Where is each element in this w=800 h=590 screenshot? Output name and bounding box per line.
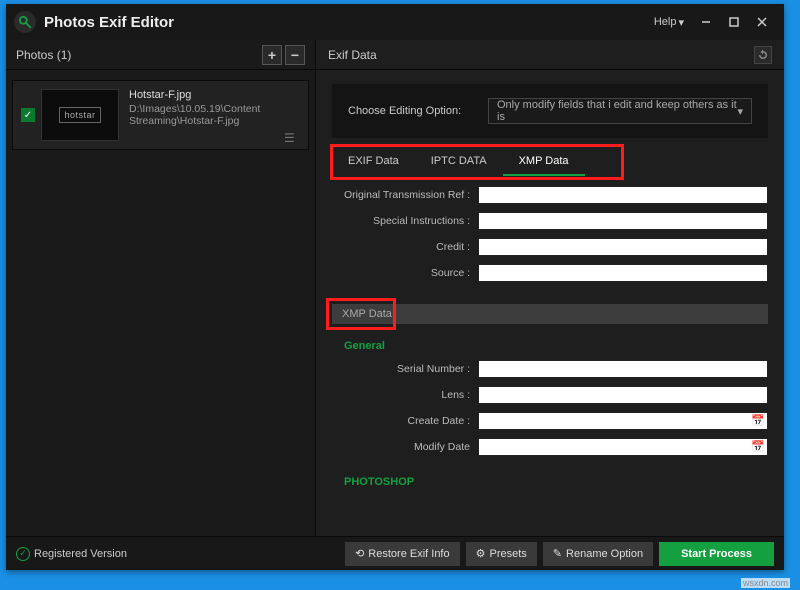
footer: ✓ Registered Version ⟲ Restore Exif Info …: [6, 536, 784, 570]
help-menu[interactable]: Help▾: [646, 12, 692, 33]
editing-option-row: Choose Editing Option: Only modify field…: [332, 84, 768, 138]
source-watermark: wsxdn.com: [741, 578, 790, 588]
restore-label: Restore Exif Info: [368, 548, 449, 560]
file-checkbox[interactable]: ✓: [21, 108, 35, 122]
thumb-text: hotstar: [59, 107, 100, 123]
label-serial-number: Serial Number :: [332, 363, 478, 375]
pencil-icon: ✎: [553, 547, 562, 560]
editing-option-value: Only modify fields that i edit and keep …: [497, 99, 737, 123]
tab-xmp-data[interactable]: XMP Data: [503, 148, 585, 176]
start-process-button[interactable]: Start Process: [659, 542, 774, 566]
photos-count-label: Photos (1): [16, 48, 259, 62]
right-header: Exif Data: [316, 40, 784, 70]
file-thumbnail: hotstar: [41, 89, 119, 141]
section-label: XMP Data: [342, 308, 392, 320]
add-photo-button[interactable]: +: [262, 45, 282, 65]
input-serial-number[interactable]: [478, 360, 768, 378]
tab-exif-data[interactable]: EXIF Data: [332, 148, 415, 176]
check-circle-icon: ✓: [16, 547, 30, 561]
label-modify-date: Modify Date: [332, 441, 478, 453]
label-source: Source :: [332, 267, 478, 279]
fields-area: Original Transmission Ref : Special Inst…: [332, 182, 768, 488]
registered-label: Registered Version: [34, 548, 127, 560]
file-item[interactable]: ✓ hotstar Hotstar-F.jpg D:\Images\10.05.…: [12, 80, 309, 150]
label-lens: Lens :: [332, 389, 478, 401]
input-source[interactable]: [478, 264, 768, 282]
restore-icon: ⟲: [355, 547, 364, 560]
exif-data-title: Exif Data: [328, 48, 377, 62]
file-path-1: D:\Images\10.05.19\Content: [129, 103, 260, 115]
restore-exif-button[interactable]: ⟲ Restore Exif Info: [345, 542, 460, 566]
file-info: Hotstar-F.jpg D:\Images\10.05.19\Content…: [129, 89, 260, 141]
tab-bar: EXIF Data IPTC DATA XMP Data: [332, 148, 768, 176]
remove-photo-button[interactable]: −: [285, 45, 305, 65]
rename-label: Rename Option: [566, 548, 643, 560]
start-label: Start Process: [681, 548, 752, 560]
maximize-button[interactable]: [720, 10, 748, 34]
label-orig-trans-ref: Original Transmission Ref :: [332, 189, 478, 201]
help-label: Help: [654, 16, 677, 28]
minimize-button[interactable]: [692, 10, 720, 34]
input-credit[interactable]: [478, 238, 768, 256]
app-logo-icon: [14, 11, 36, 33]
right-body: Choose Editing Option: Only modify field…: [316, 70, 784, 536]
presets-label: Presets: [490, 548, 527, 560]
app-title: Photos Exif Editor: [44, 14, 646, 31]
tab-iptc-data[interactable]: IPTC DATA: [415, 148, 503, 176]
split-pane: Photos (1) + − ✓ hotstar Hotstar-F.jpg D…: [6, 40, 784, 536]
section-xmp-data: XMP Data: [332, 304, 768, 324]
row-special-instructions: Special Instructions :: [332, 208, 768, 234]
row-modify-date: Modify Date 📅: [332, 434, 768, 460]
titlebar: Photos Exif Editor Help▾: [6, 4, 784, 40]
presets-icon: ⚙: [476, 547, 486, 560]
left-header: Photos (1) + −: [6, 40, 315, 70]
input-create-date[interactable]: 📅: [478, 412, 768, 430]
editing-option-label: Choose Editing Option:: [348, 105, 488, 117]
app-window: Photos Exif Editor Help▾ Photos (1) + − …: [6, 4, 784, 570]
row-credit: Credit :: [332, 234, 768, 260]
label-special-instructions: Special Instructions :: [332, 215, 478, 227]
file-menu-icon[interactable]: ☰: [284, 131, 302, 145]
row-serial-number: Serial Number :: [332, 356, 768, 382]
presets-button[interactable]: ⚙ Presets: [466, 542, 537, 566]
close-button[interactable]: [748, 10, 776, 34]
row-lens: Lens :: [332, 382, 768, 408]
label-create-date: Create Date :: [332, 415, 478, 427]
footer-buttons: ⟲ Restore Exif Info ⚙ Presets ✎ Rename Opti…: [345, 542, 774, 566]
chevron-down-icon: ▾: [678, 16, 684, 29]
calendar-icon[interactable]: 📅: [751, 414, 765, 427]
file-name: Hotstar-F.jpg: [129, 89, 260, 101]
row-source: Source :: [332, 260, 768, 286]
chevron-down-icon: ▾: [737, 105, 743, 118]
registered-status: ✓ Registered Version: [16, 547, 127, 561]
rename-option-button[interactable]: ✎ Rename Option: [543, 542, 653, 566]
right-panel: Exif Data Choose Editing Option: Only mo…: [316, 40, 784, 536]
left-panel: Photos (1) + − ✓ hotstar Hotstar-F.jpg D…: [6, 40, 316, 536]
row-create-date: Create Date : 📅: [332, 408, 768, 434]
refresh-button[interactable]: [754, 46, 772, 64]
label-credit: Credit :: [332, 241, 478, 253]
input-lens[interactable]: [478, 386, 768, 404]
row-orig-trans-ref: Original Transmission Ref :: [332, 182, 768, 208]
subhead-photoshop: PHOTOSHOP: [344, 476, 768, 488]
input-orig-trans-ref[interactable]: [478, 186, 768, 204]
calendar-icon[interactable]: 📅: [751, 440, 765, 453]
input-special-instructions[interactable]: [478, 212, 768, 230]
editing-option-select[interactable]: Only modify fields that i edit and keep …: [488, 98, 752, 124]
file-path-2: Streaming\Hotstar-F.jpg: [129, 115, 260, 127]
input-modify-date[interactable]: 📅: [478, 438, 768, 456]
subhead-general: General: [344, 340, 768, 352]
